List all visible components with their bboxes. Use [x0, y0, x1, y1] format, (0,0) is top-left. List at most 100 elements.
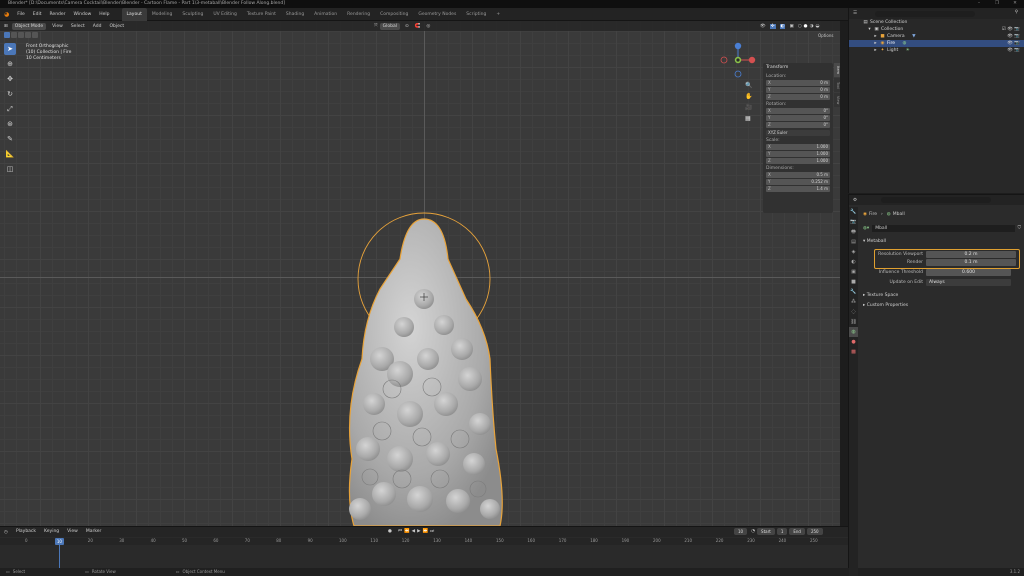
shading-rendered-icon[interactable]: ◒ — [816, 24, 820, 29]
transform-panel-header[interactable]: Transform — [766, 65, 830, 70]
tab-shading[interactable]: Shading — [281, 8, 309, 21]
measure-tool-icon[interactable]: 📐 — [4, 148, 16, 160]
modifier-tab-icon[interactable]: 🔧 — [849, 287, 858, 297]
expand-arrow-icon[interactable]: ▸ — [873, 33, 878, 40]
menu-help[interactable]: Help — [95, 8, 113, 21]
collection-visibility-icon[interactable]: ☑ 👁 📷 — [1002, 26, 1020, 33]
select-subtract-icon[interactable] — [18, 32, 24, 38]
sidebar-tab-tool[interactable]: Tool — [834, 78, 840, 92]
close-button[interactable]: ✕ — [1006, 0, 1024, 8]
collection-tab-icon[interactable]: ▣ — [849, 267, 858, 277]
render-resolution-field[interactable]: 0.1 m — [926, 259, 1016, 266]
snap-icon[interactable]: 🧲 — [415, 24, 421, 29]
tab-layout[interactable]: Layout — [121, 7, 147, 21]
select-box-tool-icon[interactable]: ➤ — [4, 43, 16, 55]
world-tab-icon[interactable]: ◐ — [849, 257, 858, 267]
timeline-menu-view[interactable]: View — [63, 527, 82, 537]
3d-viewport[interactable]: ⊞ Object Mode View Select Add Object ⤧ G… — [0, 21, 840, 526]
menu-edit[interactable]: Edit — [29, 8, 46, 21]
tool-tab-icon[interactable]: 🔧 — [849, 207, 858, 217]
tab-compositing[interactable]: Compositing — [375, 8, 413, 21]
menu-file[interactable]: File — [13, 8, 29, 21]
rotation-z-field[interactable]: Z 0° — [766, 122, 830, 128]
shading-wireframe-icon[interactable]: ○ — [798, 24, 802, 29]
viewport-menu-select[interactable]: Select — [67, 24, 89, 29]
record-icon[interactable]: ● — [388, 529, 392, 534]
perspective-toggle-icon[interactable]: ▦ — [745, 115, 755, 126]
select-intersect-icon[interactable] — [32, 32, 38, 38]
scale-y-field[interactable]: Y 1.000 — [766, 151, 830, 157]
select-invert-icon[interactable] — [25, 32, 31, 38]
dimensions-y-field[interactable]: Y 0.252 m — [766, 179, 830, 185]
datablock-selector[interactable]: ◍▾ Mball ⛉ — [863, 224, 1021, 232]
outliner-filter-icon[interactable]: ⚲ — [1015, 10, 1018, 15]
fake-user-icon[interactable]: ⛉ — [1018, 225, 1021, 231]
timeline-menu-keying[interactable]: Keying — [40, 527, 63, 537]
end-frame-field[interactable]: 250 — [806, 528, 823, 535]
properties-search-input[interactable] — [881, 197, 992, 203]
proportional-edit-icon[interactable]: ◎ — [426, 24, 430, 29]
outliner-row-scene-collection[interactable]: ▤ Scene Collection — [849, 19, 1024, 26]
sidebar-tab-view[interactable]: View — [834, 93, 840, 107]
preview-range-icon[interactable]: ◔ — [751, 529, 755, 534]
camera-visibility-icon[interactable]: 👁 📷 — [1007, 33, 1020, 40]
metaball-data-tab-icon[interactable]: ◍ — [849, 327, 858, 337]
xray-toggle-icon[interactable]: ▣ — [789, 24, 793, 29]
texture-space-section-header[interactable]: ▸ Texture Space — [863, 292, 898, 300]
scale-z-field[interactable]: Z 1.000 — [766, 158, 830, 164]
outliner-row-camera[interactable]: ▸ ■ Camera ▼ 👁 📷 — [849, 33, 1024, 40]
timeline-editor-type-icon[interactable]: ◷ — [0, 530, 12, 535]
jump-end-icon[interactable]: ⏭ — [430, 528, 434, 534]
constraints-tab-icon[interactable]: ⛓ — [849, 317, 858, 327]
timeline-menu-marker[interactable]: Marker — [82, 527, 106, 537]
minimize-button[interactable]: – — [970, 0, 988, 8]
tab-animation[interactable]: Animation — [309, 8, 342, 21]
metaball-section-header[interactable]: ▾ Metaball — [863, 238, 886, 246]
viewport-menu-object[interactable]: Object — [105, 24, 128, 29]
location-y-field[interactable]: Y0 m — [766, 87, 830, 93]
timeline-menu-playback[interactable]: Playback — [12, 527, 40, 537]
sidebar-tab-item[interactable]: Item — [834, 63, 840, 77]
next-keyframe-icon[interactable]: ⏩ — [423, 529, 429, 534]
outliner-row-fire[interactable]: ▸ ◉ Fire ◍ 👁 📷 — [849, 40, 1024, 47]
pan-hand-icon[interactable]: ✋ — [745, 93, 755, 104]
output-tab-icon[interactable]: 🖶 — [849, 227, 858, 237]
tab-scripting[interactable]: Scripting — [461, 8, 491, 21]
expand-arrow-icon[interactable]: ▸ — [873, 40, 878, 47]
blender-logo-icon[interactable]: ◕ — [0, 11, 13, 18]
menu-window[interactable]: Window — [70, 8, 96, 21]
rotation-x-field[interactable]: X 0° — [766, 108, 830, 114]
tab-geometry-nodes[interactable]: Geometry Nodes — [413, 8, 461, 21]
editor-type-icon[interactable]: ⊞ — [0, 24, 12, 29]
navigation-gizmo[interactable] — [718, 40, 758, 80]
influence-threshold-field[interactable]: 0.600 — [926, 269, 1011, 276]
viewport-menu-view[interactable]: View — [48, 24, 67, 29]
transform-orientation-selector[interactable]: Global — [379, 22, 400, 30]
outliner-search-input[interactable] — [875, 10, 976, 17]
material-tab-icon[interactable]: ● — [849, 337, 858, 347]
play-reverse-icon[interactable]: ◀ — [412, 529, 415, 534]
shading-solid-icon[interactable]: ● — [804, 24, 808, 29]
resolution-viewport-field[interactable]: 0.2 m — [926, 251, 1016, 258]
current-frame-indicator[interactable]: 10 — [54, 538, 64, 545]
overlay-toggle-icon[interactable]: ◐ — [779, 23, 786, 29]
outliner-row-collection[interactable]: ▾ ▣ Collection ☑ 👁 📷 — [849, 26, 1024, 33]
properties-editor-type-icon[interactable]: ⚙ — [849, 198, 861, 203]
expand-arrow-icon[interactable]: ▸ — [873, 47, 878, 54]
expand-arrow-icon[interactable]: ▾ — [867, 26, 872, 33]
add-cube-tool-icon[interactable]: ◫ — [4, 163, 16, 175]
viewport-options-button[interactable]: Options — [818, 33, 833, 38]
dimensions-z-field[interactable]: Z 1.4 m — [766, 186, 830, 192]
jump-start-icon[interactable]: ⏮ — [398, 528, 402, 534]
texture-tab-icon[interactable]: ▩ — [849, 347, 858, 357]
update-on-edit-selector[interactable]: Always — [926, 279, 1011, 286]
render-tab-icon[interactable]: 📷 — [849, 217, 858, 227]
add-workspace-button[interactable]: + — [491, 8, 505, 21]
object-tab-icon[interactable]: ■ — [849, 277, 858, 287]
custom-properties-section-header[interactable]: ▸ Custom Properties — [863, 302, 908, 310]
particles-tab-icon[interactable]: ⁂ — [849, 297, 858, 307]
datablock-browse-icon[interactable]: ◍▾ — [863, 226, 869, 231]
light-visibility-icon[interactable]: 👁 📷 — [1007, 47, 1020, 54]
select-new-icon[interactable] — [4, 32, 10, 38]
scene-tab-icon[interactable]: ◈ — [849, 247, 858, 257]
